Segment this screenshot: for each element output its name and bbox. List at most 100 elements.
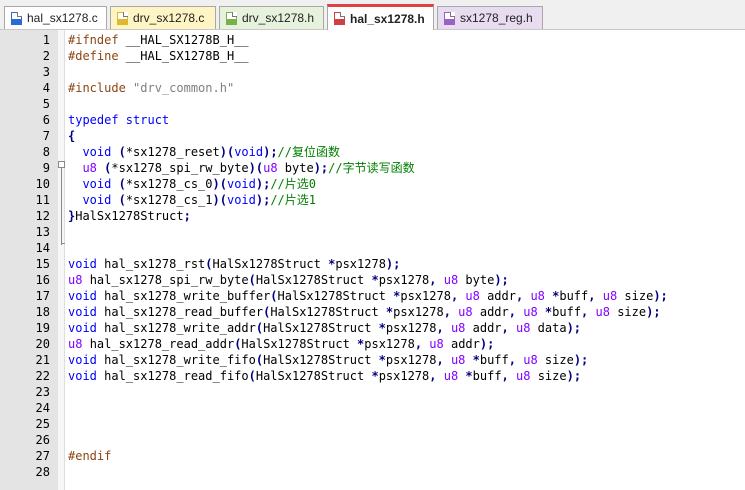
- code-token: *sx1278_cs_0: [125, 177, 213, 191]
- tab-hal-sx1278-h[interactable]: hal_sx1278.h: [327, 4, 434, 30]
- code-token: (: [255, 353, 264, 367]
- line-number: 13: [35, 225, 50, 239]
- code-token: addr: [472, 321, 502, 335]
- code-line[interactable]: void hal_sx1278_read_fifo(HalSx1278Struc…: [68, 368, 581, 384]
- code-editor[interactable]: 1 #ifndef __HAL_SX1278B_H__ 2 #define __HAL…: [0, 30, 745, 490]
- code-token: void: [82, 145, 119, 159]
- code-token: *: [465, 369, 473, 383]
- code-line[interactable]: }HalSx1278Struct;: [68, 208, 191, 224]
- code-token: );: [566, 321, 582, 335]
- code-line[interactable]: void hal_sx1278_rst(HalSx1278Struct *psx…: [68, 256, 400, 272]
- code-token: *: [378, 353, 386, 367]
- line-number: 8: [42, 145, 50, 159]
- line-number: 21: [35, 353, 50, 367]
- code-token: ,: [508, 305, 524, 319]
- code-line[interactable]: #ifndef __HAL_SX1278B_H__: [68, 32, 249, 48]
- code-token: ,: [515, 289, 531, 303]
- code-token: byte: [284, 161, 314, 175]
- code-token: hal_sx1278_read_addr: [89, 337, 235, 351]
- line-number: 11: [35, 193, 50, 207]
- code-token: psx1278: [400, 289, 451, 303]
- code-token: ,: [508, 353, 524, 367]
- line-number: 20: [35, 337, 50, 351]
- code-line[interactable]: void hal_sx1278_write_addr(HalSx1278Stru…: [68, 320, 581, 336]
- line-number: 17: [35, 289, 50, 303]
- code-token: //片选0: [270, 177, 317, 191]
- code-token: buff: [552, 305, 582, 319]
- code-line[interactable]: #include "drv_common.h": [68, 80, 234, 96]
- code-token: byte: [465, 273, 495, 287]
- code-token: u8: [263, 161, 285, 175]
- line-number: 15: [35, 257, 50, 271]
- code-line[interactable]: u8 hal_sx1278_spi_rw_byte(HalSx1278Struc…: [68, 272, 509, 288]
- code-line[interactable]: void hal_sx1278_write_buffer(HalSx1278St…: [68, 288, 668, 304]
- code-token: void: [68, 305, 105, 319]
- tab-drv-sx1278-c[interactable]: drv_sx1278.c: [110, 6, 216, 29]
- code-line[interactable]: typedef struct: [68, 112, 169, 128]
- code-token: u8: [530, 289, 553, 303]
- line-number: 24: [35, 401, 50, 415]
- code-token: )(: [248, 161, 264, 175]
- code-token: psx1278: [385, 321, 437, 335]
- code-token: psx1278: [378, 369, 430, 383]
- code-line[interactable]: u8 (*sx1278_spi_rw_byte)(u8 byte);//字节读写…: [68, 160, 414, 176]
- code-token: u8: [443, 369, 466, 383]
- code-line[interactable]: void (*sx1278_cs_0)(void);//片选0: [68, 176, 316, 192]
- line-number: 3: [42, 65, 50, 79]
- line-number: 27: [35, 449, 50, 463]
- code-token: void: [68, 321, 105, 335]
- code-line[interactable]: void (*sx1278_cs_1)(void);//片选1: [68, 192, 316, 208]
- code-token: void: [82, 177, 119, 191]
- code-token: ,: [429, 273, 444, 287]
- code-token: ,: [450, 289, 466, 303]
- tab-hal-sx1278-c[interactable]: hal_sx1278.c: [4, 6, 107, 29]
- code-token: //片选1: [270, 193, 317, 207]
- code-token: u8: [516, 369, 538, 383]
- code-token: addr: [479, 305, 509, 319]
- line-number: 10: [35, 177, 50, 191]
- code-token: HalSx1278Struct: [241, 337, 358, 351]
- code-token: *: [371, 273, 379, 287]
- code-token: hal_sx1278_read_fifo: [104, 369, 249, 383]
- code-token: #include: [68, 81, 134, 95]
- code-line[interactable]: void hal_sx1278_read_buffer(HalSx1278Str…: [68, 304, 661, 320]
- code-token: u8: [443, 273, 466, 287]
- code-token: *sx1278_cs_1: [125, 193, 213, 207]
- code-line[interactable]: #define __HAL_SX1278B_H__: [68, 48, 249, 64]
- line-number: 4: [42, 81, 50, 95]
- code-token: ,: [501, 369, 516, 383]
- code-token: u8: [68, 273, 90, 287]
- tab-label: hal_sx1278.c: [27, 11, 98, 25]
- line-number: 26: [35, 433, 50, 447]
- code-token: psx1278: [393, 305, 444, 319]
- code-token: buff: [559, 289, 589, 303]
- code-line[interactable]: {: [68, 128, 75, 144]
- code-line[interactable]: void hal_sx1278_write_fifo(HalSx1278Stru…: [68, 352, 588, 368]
- tab-label: drv_sx1278.h: [242, 11, 315, 25]
- code-line[interactable]: void (*sx1278_reset)(void);//复位函数: [68, 144, 340, 160]
- code-token: u8: [602, 289, 625, 303]
- c-file-icon: [11, 11, 22, 25]
- fold-toggle-icon[interactable]: [58, 161, 65, 168]
- code-token: size: [624, 289, 654, 303]
- code-line[interactable]: #endif: [68, 448, 111, 464]
- tab-label: sx1278_reg.h: [460, 11, 533, 25]
- code-line[interactable]: u8 hal_sx1278_read_addr(HalSx1278Struct …: [68, 336, 494, 352]
- code-token: size: [617, 305, 647, 319]
- code-token: *: [472, 353, 480, 367]
- code-token: size: [537, 369, 567, 383]
- code-token: HalSx1278Struct: [270, 305, 386, 319]
- code-token: HalSx1278Struct: [263, 353, 379, 367]
- tab-sx1278-reg-h[interactable]: sx1278_reg.h: [437, 6, 543, 29]
- code-token: __HAL_SX1278B_H__: [125, 49, 249, 63]
- line-number: 1: [42, 33, 50, 47]
- tab-drv-sx1278-h[interactable]: drv_sx1278.h: [219, 6, 324, 29]
- code-token: );: [566, 369, 582, 383]
- code-token: psx1278: [335, 257, 386, 271]
- code-token: *sx1278_reset: [125, 145, 220, 159]
- code-token: ,: [429, 369, 444, 383]
- code-token: HalSx1278Struct: [212, 257, 329, 271]
- code-token: *: [378, 321, 386, 335]
- code-token: );: [263, 145, 278, 159]
